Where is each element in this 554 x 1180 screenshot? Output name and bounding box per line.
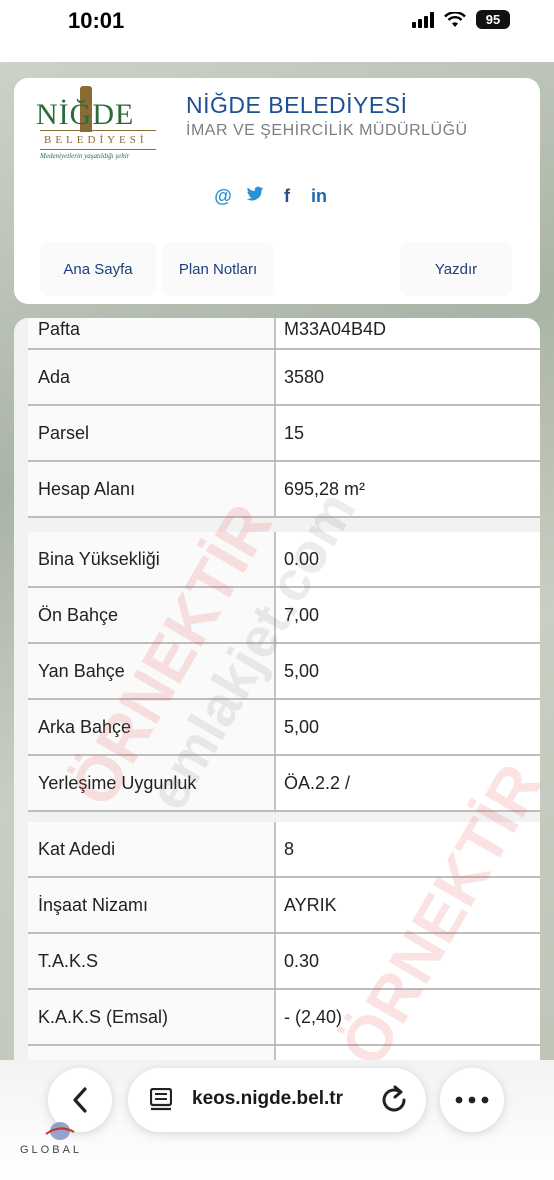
row-label: Ada [28,350,276,404]
row-label: Bina Yüksekliği [28,532,276,586]
row-value: 8 [276,822,540,876]
facebook-icon[interactable]: f [278,186,296,207]
globe-icon [45,1122,75,1140]
table-row: T.A.K.S 0.30 [28,934,540,990]
row-label: K.A.K.S (Emsal) [28,990,276,1044]
zoning-info-table: Pafta M33A04B4D Ada 3580 Parsel 15 Hesap… [14,318,540,1084]
table-row: Yan Bahçe 5,00 [28,644,540,700]
table-row: Pafta M33A04B4D [28,318,540,350]
row-label: Hesap Alanı [28,462,276,516]
row-label: Kat Adedi [28,822,276,876]
row-value: 0.00 [276,532,540,586]
address-bar[interactable]: keos.nigde.bel.tr [128,1068,426,1132]
row-value: - (2,40) [276,990,540,1044]
row-value: ÖA.2.2 / [276,756,540,810]
status-icons: 95 [412,10,510,29]
table-group-parcel: Pafta M33A04B4D Ada 3580 Parsel 15 Hesap… [28,318,540,518]
nav-print-button[interactable]: Yazdır [400,242,512,296]
table-row: Ön Bahçe 7,00 [28,588,540,644]
row-value: 5,00 [276,644,540,698]
nav-home-button[interactable]: Ana Sayfa [40,242,156,296]
row-value: M33A04B4D [276,318,540,348]
org-subtitle: İMAR VE ŞEHİRCİLİK MÜDÜRLÜĞÜ [186,122,468,139]
more-options-button[interactable] [440,1068,504,1132]
table-row: Parsel 15 [28,406,540,462]
social-links: @ f in [214,186,328,207]
reader-mode-icon[interactable] [150,1088,172,1112]
global-logo-text: GLOBAL [20,1144,83,1156]
global-logo: GLOBAL [20,1120,96,1170]
row-value: 7,00 [276,588,540,642]
nav-plan-notes-button[interactable]: Plan Notları [162,242,274,296]
table-row: Arka Bahçe 5,00 [28,700,540,756]
row-label: Pafta [28,318,276,348]
row-value: 695,28 m² [276,462,540,516]
org-title: NİĞDE BELEDİYESİ [186,92,408,118]
wifi-icon [444,11,466,27]
municipality-logo[interactable]: NİĞDE BELEDİYESİ Medeniyetlerin yaşatıld… [26,86,160,166]
row-value: 15 [276,406,540,460]
row-value: 0.30 [276,934,540,988]
status-time: 10:01 [68,8,125,33]
reload-icon[interactable] [380,1084,408,1114]
table-row: İnşaat Nizamı AYRIK [28,878,540,934]
twitter-icon[interactable] [246,186,264,207]
row-value: AYRIK [276,878,540,932]
row-label: T.A.K.S [28,934,276,988]
table-row: Kat Adedi 8 [28,822,540,878]
row-label: Yan Bahçe [28,644,276,698]
row-label: Ön Bahçe [28,588,276,642]
table-group-setbacks: Bina Yüksekliği 0.00 Ön Bahçe 7,00 Yan B… [28,532,540,812]
logo-subtext: BELEDİYESİ [44,134,148,146]
signal-icon [412,11,434,28]
row-label: Yerleşime Uygunluk [28,756,276,810]
linkedin-icon[interactable]: in [310,186,328,207]
logo-text: NİĞDE [36,98,135,131]
row-label: Parsel [28,406,276,460]
url-text: keos.nigde.bel.tr [192,1088,343,1109]
table-row: Bina Yüksekliği 0.00 [28,532,540,588]
row-value: 3580 [276,350,540,404]
battery-indicator: 95 [476,10,510,29]
table-row: Ada 3580 [28,350,540,406]
table-row: Hesap Alanı 695,28 m² [28,462,540,518]
row-value: 5,00 [276,700,540,754]
row-label: İnşaat Nizamı [28,878,276,932]
status-bar: 10:01 95 [0,0,554,62]
ellipsis-icon [455,1096,489,1104]
chevron-left-icon [73,1087,87,1113]
at-icon[interactable]: @ [214,186,232,207]
row-label: Arka Bahçe [28,700,276,754]
table-row: K.A.K.S (Emsal) - (2,40) [28,990,540,1046]
table-row: Yerleşime Uygunluk ÖA.2.2 / [28,756,540,812]
logo-slogan: Medeniyetlerin yaşatıldığı şehir [40,152,130,160]
table-group-building: Kat Adedi 8 İnşaat Nizamı AYRIK T.A.K.S … [28,822,540,1084]
